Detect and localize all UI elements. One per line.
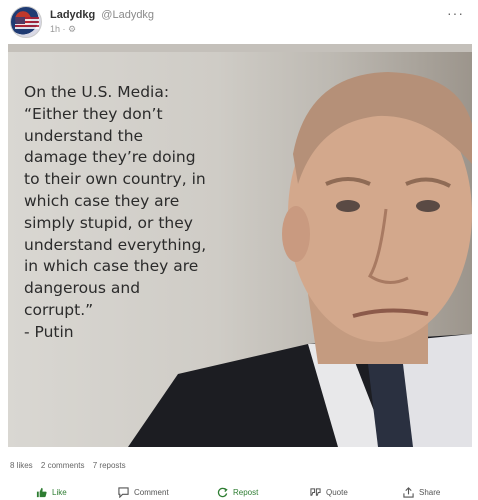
quote-line: understand everything, [24, 235, 207, 254]
quote-line: “Either they don’t [24, 104, 163, 123]
globe-icon: ⚙ [68, 24, 77, 34]
quote-text: On the U.S. Media: “Either they don’t un… [24, 82, 284, 344]
post-image[interactable]: On the U.S. Media: “Either they don’t un… [8, 44, 472, 447]
quote-icon [310, 488, 321, 496]
quote-line: in which case they are [24, 257, 199, 276]
quote-line: dangerous and [24, 279, 141, 298]
author-name[interactable]: Ladydkg [50, 9, 95, 21]
like-button[interactable]: Like [36, 487, 67, 498]
repost-button[interactable]: Repost [217, 487, 258, 498]
quote-line: corrupt.” [24, 300, 94, 319]
more-icon[interactable]: ··· [447, 6, 464, 20]
ear-shape [282, 206, 310, 262]
repost-icon [217, 487, 228, 498]
author-handle[interactable]: @Ladydkg [101, 9, 154, 21]
post-meta: 1h · ⚙ [50, 24, 76, 35]
avatar[interactable] [10, 6, 42, 38]
quote-line: understand the [24, 126, 144, 145]
author-line: Ladydkg @Ladydkg [50, 9, 154, 21]
reposts-count[interactable]: 7 reposts [93, 461, 126, 470]
quote-line: simply stupid, or they [24, 213, 193, 232]
likes-count[interactable]: 8 likes [10, 461, 33, 470]
quote-line: to their own country, in [24, 170, 206, 189]
quote-line: On the U.S. Media: [24, 83, 170, 101]
comments-count[interactable]: 2 comments [41, 461, 85, 470]
eye-right [416, 200, 440, 212]
like-label: Like [52, 488, 67, 497]
post-stats: 8 likes 2 comments 7 reposts [10, 461, 132, 470]
quote-line: damage they’re doing [24, 148, 196, 167]
post-time: 1h [50, 24, 61, 34]
thumbs-up-icon [36, 487, 47, 498]
quote-line: - Putin [24, 322, 74, 341]
comment-label: Comment [134, 488, 169, 497]
share-icon [403, 487, 414, 498]
comment-icon [118, 487, 129, 498]
post-header: Ladydkg @Ladydkg 1h · ⚙ ··· [0, 0, 478, 40]
comment-button[interactable]: Comment [118, 487, 169, 498]
quote-button[interactable]: Quote [310, 487, 348, 498]
share-label: Share [419, 488, 441, 497]
quote-line: which case they are [24, 191, 180, 210]
repost-label: Repost [233, 488, 259, 497]
flag-icon [15, 17, 39, 29]
quote-label: Quote [326, 488, 348, 497]
share-button[interactable]: Share [403, 487, 440, 498]
action-bar: Like Comment Repost Quote Share [0, 484, 478, 500]
eye-left [336, 200, 360, 212]
